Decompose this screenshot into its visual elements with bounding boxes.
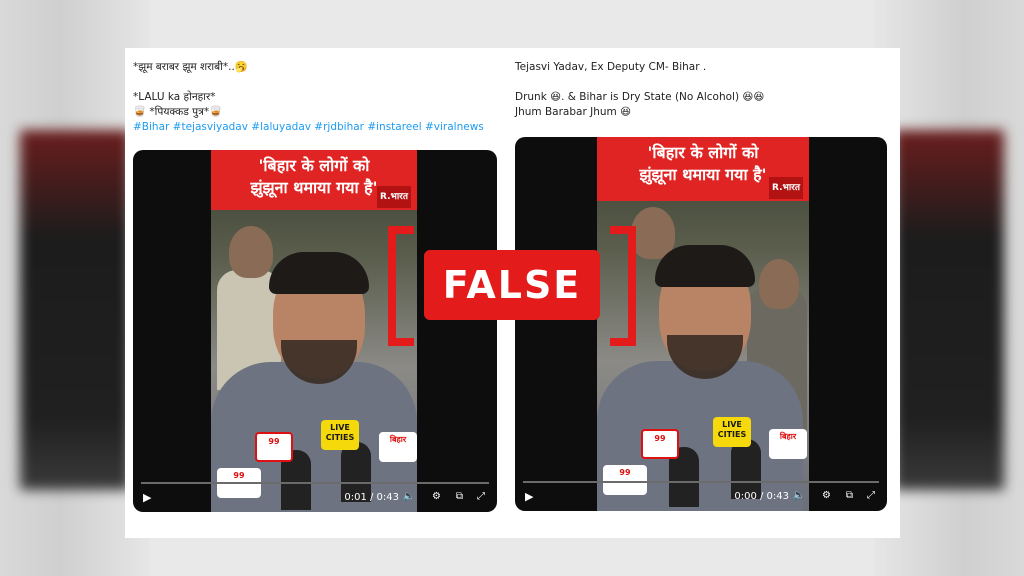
post-caption: *झूम बराबर झूम शराबी*..🥱 *LALU ka होनहार… bbox=[133, 60, 503, 135]
speaker-hair bbox=[655, 245, 755, 287]
post-caption: Tejasvi Yadav, Ex Deputy CM- Bihar . Dru… bbox=[515, 60, 885, 120]
pip-icon[interactable]: ⧉ bbox=[846, 490, 853, 501]
caption-line: *झूम बराबर झूम शराबी*..🥱 bbox=[133, 61, 248, 73]
banner-text: 'बिहार के लोगों को झुंझूना थमाया गया है' bbox=[250, 156, 378, 197]
backdrop-blur-right bbox=[894, 130, 1004, 490]
mic-flag: 99 bbox=[255, 432, 293, 462]
background-person-head bbox=[759, 259, 799, 309]
caption-line: *LALU ka होनहार* bbox=[133, 91, 216, 103]
caption-line bbox=[515, 75, 885, 90]
video-frame: 99 LIVE CITIES बिहार 99 'बिहार के लोगों … bbox=[211, 150, 417, 512]
banner-text: 'बिहार के लोगों को झुंझूना थमाया गया है' bbox=[639, 143, 767, 184]
news-banner: 'बिहार के लोगों को झुंझूना थमाया गया है'… bbox=[211, 150, 417, 210]
settings-icon[interactable]: ⚙ bbox=[432, 491, 441, 502]
fullscreen-icon[interactable]: ⤢ bbox=[867, 490, 875, 501]
volume-icon[interactable]: 🔈 bbox=[403, 491, 415, 502]
verdict-label: FALSE bbox=[424, 250, 600, 320]
video-controls: ▶ 0:01 / 0:43 🔈 ⚙ ⧉ ⤢ bbox=[133, 482, 497, 512]
caption-line: Jhum Barabar Jhum 😆 bbox=[515, 106, 632, 118]
play-icon[interactable]: ▶ bbox=[525, 490, 533, 503]
play-icon[interactable]: ▶ bbox=[143, 491, 151, 504]
mic-flag: बिहार bbox=[769, 429, 807, 459]
caption-line: Tejasvi Yadav, Ex Deputy CM- Bihar . bbox=[515, 61, 707, 73]
mic-flag: बिहार bbox=[379, 432, 417, 462]
stamp-bracket-left bbox=[388, 226, 414, 346]
progress-bar[interactable] bbox=[141, 482, 489, 484]
channel-logo: R.भारत bbox=[769, 177, 803, 199]
news-banner: 'बिहार के लोगों को झुंझूना थमाया गया है'… bbox=[597, 137, 809, 201]
caption-line: 🥃 *पियक्कड पुत्र*🥃 bbox=[133, 106, 223, 118]
video-controls: ▶ 0:00 / 0:43 🔈 ⚙ ⧉ ⤢ bbox=[515, 481, 887, 511]
backdrop-blur-left bbox=[20, 130, 130, 490]
volume-icon[interactable]: 🔈 bbox=[793, 490, 805, 501]
time-display: 0:01 / 0:43 bbox=[344, 492, 399, 503]
hashtags[interactable]: #Bihar #tejasviyadav #laluyadav #rjdbiha… bbox=[133, 120, 503, 135]
false-stamp: FALSE bbox=[388, 226, 636, 346]
speaker-hair bbox=[269, 252, 369, 294]
time-display: 0:00 / 0:43 bbox=[734, 491, 789, 502]
caption-line: Drunk 😆. & Bihar is Dry State (No Alcoho… bbox=[515, 91, 765, 103]
fullscreen-icon[interactable]: ⤢ bbox=[477, 491, 485, 502]
mic-flag: LIVE CITIES bbox=[321, 420, 359, 450]
mic-flag: 99 bbox=[641, 429, 679, 459]
channel-logo: R.भारत bbox=[377, 186, 411, 208]
background-person-head bbox=[229, 226, 273, 278]
stamp-bracket-right bbox=[610, 226, 636, 346]
progress-bar[interactable] bbox=[523, 481, 879, 483]
caption-line bbox=[133, 75, 503, 90]
settings-icon[interactable]: ⚙ bbox=[822, 490, 831, 501]
pip-icon[interactable]: ⧉ bbox=[456, 491, 463, 502]
mic-flag: LIVE CITIES bbox=[713, 417, 751, 447]
